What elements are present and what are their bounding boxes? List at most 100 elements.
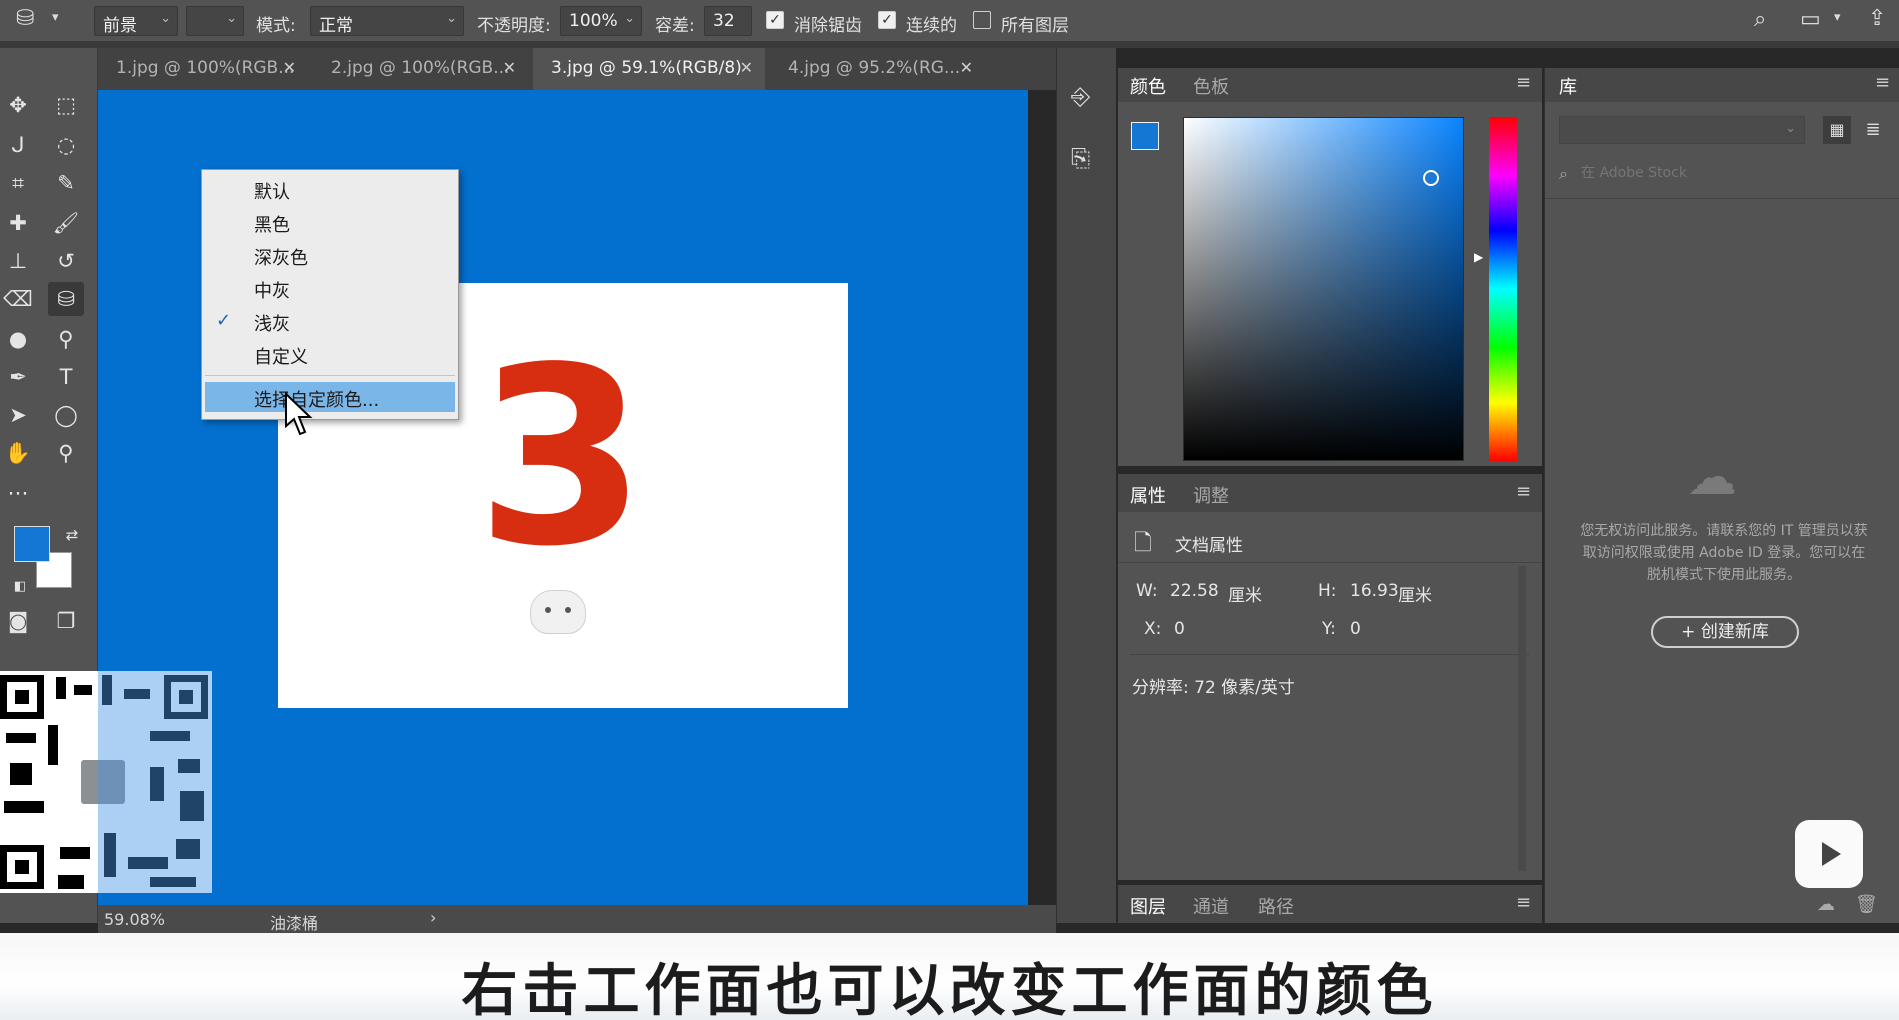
tolerance-field[interactable]: 32 (704, 6, 752, 36)
marquee-tool-icon[interactable]: ⬚ (48, 88, 84, 122)
healing-brush-tool-icon[interactable]: ✚ (0, 206, 36, 240)
close-icon[interactable]: ✕ (740, 58, 753, 77)
close-icon[interactable]: ✕ (503, 58, 516, 77)
menu-item-dark-gray[interactable]: 深灰色 (254, 244, 308, 270)
eyedropper-tool-icon[interactable]: ✎ (48, 166, 84, 200)
library-search-input[interactable] (1581, 160, 1881, 186)
panel-menu-icon[interactable]: ≡ (1875, 72, 1890, 93)
hand-tool-icon[interactable]: ✋ (0, 436, 36, 470)
menu-item-select-custom-color[interactable]: 选择自定颜色... (205, 382, 455, 412)
qr-module (48, 725, 58, 765)
grid-view-icon[interactable]: ▦ (1823, 116, 1851, 144)
chevron-down-icon: ⌄ (160, 11, 171, 26)
foreground-color-fill (14, 526, 50, 562)
share-icon[interactable]: ⇪ (1868, 6, 1886, 31)
library-select[interactable]: ⌄ (1559, 116, 1805, 144)
antialias-checkbox[interactable]: ✓ (766, 11, 784, 29)
width-value[interactable]: 22.58 (1170, 581, 1219, 601)
quick-mask-icon[interactable]: ◙ (0, 604, 36, 638)
workspace-icon[interactable]: ▭ (1800, 7, 1821, 32)
hue-slider[interactable] (1489, 117, 1517, 461)
opacity-field[interactable]: 100% ⌄ (560, 6, 642, 36)
tab-layers[interactable]: 图层 (1130, 893, 1166, 919)
menu-item-black[interactable]: 黑色 (254, 211, 290, 237)
history-brush-tool-icon[interactable]: ↺ (48, 244, 84, 278)
swap-colors-icon[interactable]: ⇄ (54, 518, 90, 552)
contiguous-checkbox[interactable]: ✓ (878, 11, 896, 29)
scrollbar[interactable] (1518, 566, 1526, 871)
search-icon[interactable]: ⌕ (1754, 7, 1766, 32)
subtitle-text: 右击工作面也可以改变工作面的颜色 (461, 959, 1438, 1020)
actions-panel-icon[interactable]: ⎘ (1071, 144, 1090, 172)
eraser-tool-icon[interactable]: ⌫ (0, 282, 36, 316)
mode-select[interactable]: 正常 ⌄ (310, 6, 464, 36)
tab-2-jpg[interactable]: 2.jpg @ 100%(RGB... ✕ (313, 48, 528, 90)
y-value[interactable]: 0 (1350, 619, 1361, 639)
pattern-select[interactable]: ⌄ (186, 6, 244, 36)
tab-channels[interactable]: 通道 (1193, 893, 1229, 919)
create-library-button[interactable]: + 创建新库 (1651, 616, 1799, 648)
panel-menu-icon[interactable]: ≡ (1516, 481, 1531, 502)
hue-slider-handle-icon[interactable]: ▶ (1474, 250, 1483, 264)
history-panel-icon[interactable]: ⎆ (1071, 82, 1090, 110)
quick-selection-tool-icon[interactable]: ◌ (48, 128, 84, 162)
type-tool-icon[interactable]: T (48, 360, 84, 394)
paint-bucket-tool-icon[interactable]: ⛁ (16, 6, 34, 31)
color-picker-handle[interactable] (1423, 170, 1439, 186)
tab-3-jpg[interactable]: 3.jpg @ 59.1%(RGB/8) ✕ (533, 48, 765, 90)
tab-4-jpg[interactable]: 4.jpg @ 95.2%(RG... ✕ (770, 48, 985, 90)
chevron-right-icon[interactable]: › (430, 908, 436, 927)
opacity-value: 100% (569, 11, 618, 31)
tool-preset-chevron-icon[interactable]: ▾ (52, 10, 59, 25)
color-panel-header (1118, 68, 1542, 102)
tab-libraries[interactable]: 库 (1559, 73, 1577, 99)
tab-1-jpg[interactable]: 1.jpg @ 100%(RGB... ✕ (98, 48, 308, 90)
tab-adjustments[interactable]: 调整 (1193, 482, 1229, 508)
default-colors-icon[interactable]: ◧ (2, 570, 38, 604)
fill-source-select[interactable]: 前景 ⌄ (94, 6, 178, 36)
tab-label: 2.jpg @ 100%(RGB... (331, 58, 510, 78)
stamp-tool-icon[interactable]: ⊥ (0, 244, 36, 278)
crop-tool-icon[interactable]: ⌗ (0, 166, 36, 200)
x-value[interactable]: 0 (1174, 619, 1185, 639)
chevron-down-icon[interactable]: ▾ (1834, 10, 1841, 25)
menu-item-default[interactable]: 默认 (254, 178, 290, 204)
qr-module (6, 733, 36, 743)
all-layers-checkbox[interactable] (973, 11, 991, 29)
tab-swatches[interactable]: 色板 (1193, 73, 1229, 99)
tab-properties[interactable]: 属性 (1130, 482, 1166, 508)
cloud-sync-icon[interactable]: ☁ (1817, 894, 1835, 915)
color-picker-field[interactable] (1183, 117, 1464, 461)
zoom-tool-icon[interactable]: ⚲ (48, 436, 84, 470)
pen-tool-icon[interactable]: ✒ (0, 360, 36, 394)
menu-item-light-gray[interactable]: 浅灰 (254, 310, 290, 336)
paint-bucket-tool-icon[interactable]: ⛁ (48, 282, 84, 316)
menu-item-custom[interactable]: 自定义 (254, 343, 308, 369)
move-tool-icon[interactable]: ✥ (0, 88, 36, 122)
brush-tool-icon[interactable]: 🖌 (48, 206, 84, 240)
zoom-level[interactable]: 59.08% (104, 910, 165, 929)
dodge-tool-icon[interactable]: ⚲ (48, 322, 84, 356)
qr-module (58, 875, 84, 889)
height-value[interactable]: 16.93 (1350, 581, 1399, 601)
tab-paths[interactable]: 路径 (1258, 893, 1294, 919)
more-tools-icon[interactable]: ⋯ (0, 476, 36, 510)
chevron-down-icon: ⌄ (226, 11, 237, 26)
color-panel-foreground-swatch[interactable] (1131, 122, 1159, 150)
tab-color[interactable]: 颜色 (1130, 73, 1166, 99)
menu-item-medium-gray[interactable]: 中灰 (254, 277, 290, 303)
menu-divider (205, 375, 455, 376)
panel-icon-strip: ⎆ ⎘ (1056, 48, 1116, 923)
lasso-tool-icon[interactable]: ᒍ (0, 128, 36, 162)
qr-finder-core (15, 860, 29, 874)
trash-icon[interactable]: 🗑 (1855, 894, 1878, 915)
close-icon[interactable]: ✕ (283, 58, 296, 77)
close-icon[interactable]: ✕ (960, 58, 973, 77)
path-selection-tool-icon[interactable]: ➤ (0, 398, 36, 432)
list-view-icon[interactable]: ≣ (1859, 116, 1887, 144)
ellipse-tool-icon[interactable]: ◯ (48, 398, 84, 432)
screen-mode-icon[interactable]: ❐ (48, 604, 84, 638)
panel-menu-icon[interactable]: ≡ (1516, 892, 1531, 913)
blur-tool-icon[interactable]: ● (0, 322, 36, 356)
panel-menu-icon[interactable]: ≡ (1516, 72, 1531, 93)
